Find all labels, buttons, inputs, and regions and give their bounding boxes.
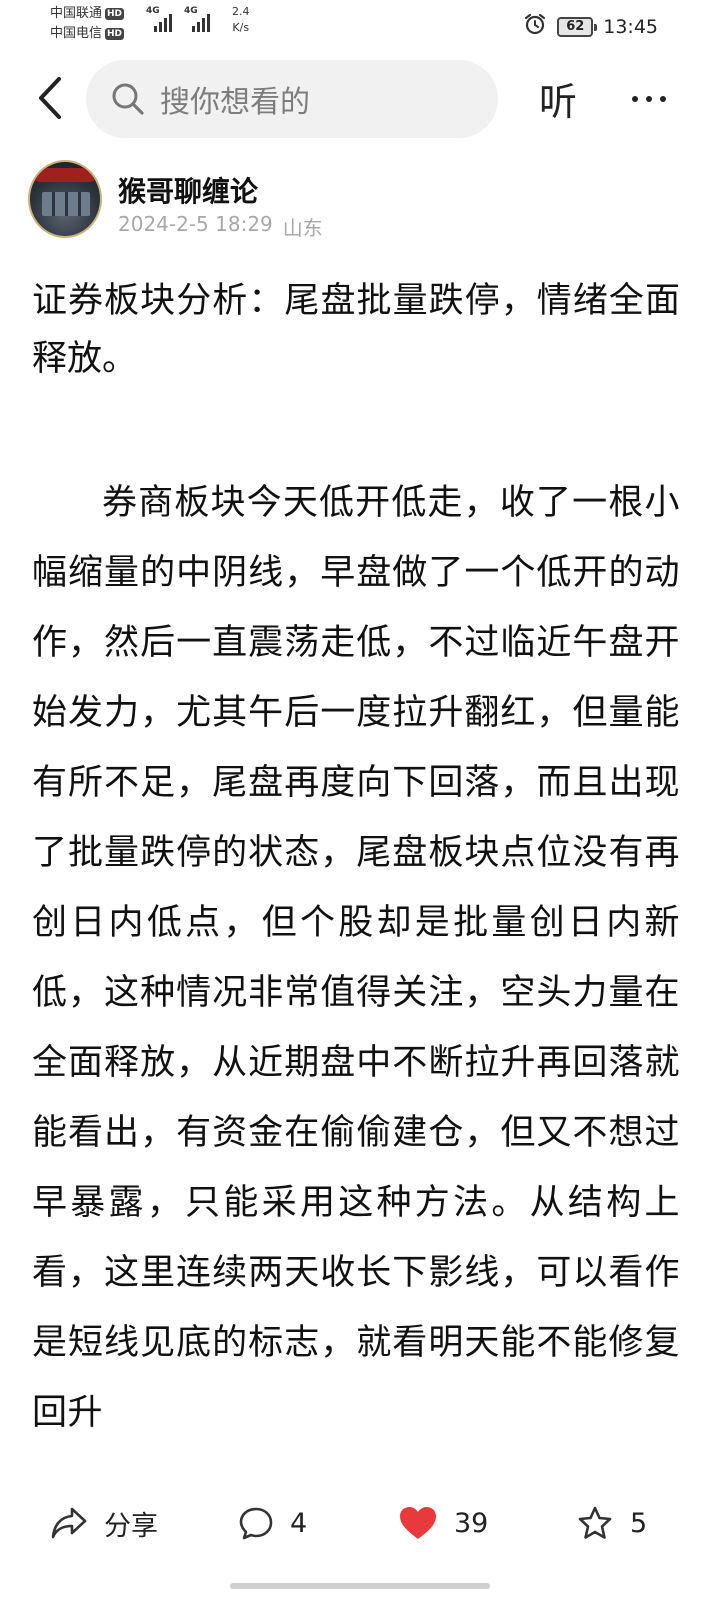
signal-indicators: 4G 4G (146, 6, 214, 32)
alarm-icon (523, 12, 547, 41)
search-icon (112, 83, 144, 115)
battery-level: 62 (566, 18, 585, 34)
top-nav-bar: 搜你想看的 听 (0, 56, 720, 140)
action-bar: 分享 4 39 5 (0, 1478, 720, 1568)
signal-strength-icon: 4G (146, 6, 176, 32)
avatar[interactable] (28, 160, 102, 238)
share-icon (51, 1507, 87, 1539)
like-count: 39 (454, 1507, 489, 1539)
more-options-button[interactable] (624, 74, 674, 124)
star-icon (578, 1506, 612, 1539)
hd-badge: HD (105, 28, 125, 40)
battery-icon: 62 (557, 16, 598, 37)
network-speed: 2.4 K/s (232, 4, 250, 36)
avatar-screens (42, 192, 90, 216)
post-location: 山东 (282, 216, 323, 240)
carrier-info: 中国联通 HD 中国电信 HD (50, 4, 125, 44)
favorite-button[interactable]: 5 (576, 1498, 647, 1548)
clock-time: 13:45 (603, 15, 658, 38)
carrier-1-name: 中国联通 (50, 6, 103, 21)
article-title: 证券板块分析：尾盘批量跌停，情绪全面释放。 (32, 281, 680, 379)
network-speed-unit: K/s (232, 21, 250, 34)
comment-count: 4 (290, 1507, 308, 1539)
author-name[interactable]: 猴哥聊缠论 (118, 170, 258, 210)
status-bar: 中国联通 HD 中国电信 HD 4G 4G 2.4 K/s 62 13:45 (0, 0, 720, 48)
signal-strength-icon: 4G (184, 6, 214, 32)
share-label: 分享 (104, 1510, 158, 1542)
like-button[interactable]: 39 (398, 1498, 488, 1548)
post-datetime: 2024-2-5 18:29 (118, 212, 273, 236)
heart-icon (400, 1507, 436, 1539)
chevron-left-icon (39, 77, 61, 119)
more-dots-icon (632, 96, 666, 102)
comment-button[interactable]: 4 (238, 1498, 307, 1548)
home-indicator[interactable] (230, 1583, 490, 1589)
status-right: 62 13:45 (523, 12, 658, 41)
comment-icon (239, 1507, 273, 1540)
post-meta: 2024-2-5 18:29 山东 (118, 212, 323, 241)
back-button[interactable] (28, 70, 72, 126)
network-speed-value: 2.4 (232, 5, 250, 18)
listen-button[interactable]: 听 (534, 70, 582, 126)
article-content: 证券板块分析：尾盘批量跌停，情绪全面释放。 券商板块今天低开低走，收了一根小幅缩… (32, 272, 680, 1470)
article-body: 券商板块今天低开低走，收了一根小幅缩量的中阴线，早盘做了一个低开的动作，然后一直… (32, 483, 680, 1433)
author-info: 猴哥聊缠论 2024-2-5 18:29 山东 (28, 160, 688, 244)
search-input[interactable]: 搜你想看的 (86, 60, 498, 138)
favorite-count: 5 (630, 1507, 648, 1539)
share-button[interactable]: 分享 (50, 1498, 158, 1548)
avatar-banner (34, 168, 96, 182)
carrier-2-name: 中国电信 (50, 26, 103, 41)
hd-badge: HD (105, 8, 125, 20)
search-placeholder: 搜你想看的 (160, 85, 310, 120)
